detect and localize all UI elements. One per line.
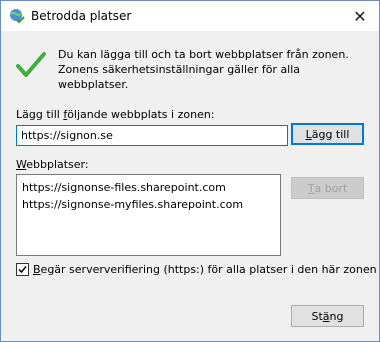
- window-title: Betrodda platser: [31, 9, 132, 23]
- add-button[interactable]: Lägg till: [291, 123, 364, 145]
- info-text: Du kan lägga till och ta bort webbplatse…: [58, 48, 349, 91]
- dialog-window: Betrodda platser ✕ Du kan lägga till och…: [0, 0, 380, 342]
- checkmark-icon: [16, 52, 46, 77]
- add-site-label: Lägg till följande webbplats i zonen:: [16, 108, 215, 121]
- globe-check-icon: [10, 9, 25, 24]
- close-button[interactable]: St ä ng: [291, 305, 364, 327]
- list-item[interactable]: https://signonse-files.sharepoint.com: [22, 179, 275, 196]
- close-icon[interactable]: ✕: [345, 3, 375, 29]
- remove-button[interactable]: Ta bort: [291, 177, 364, 199]
- verify-checkbox[interactable]: [16, 263, 29, 276]
- websites-list[interactable]: https://signonse-files.sharepoint.com ht…: [16, 174, 281, 256]
- websites-label: Webbplatser:: [16, 158, 89, 171]
- title-bar: Betrodda platser ✕: [1, 1, 379, 31]
- verify-label[interactable]: Begär serververifiering (https:) för all…: [33, 263, 377, 277]
- list-item[interactable]: https://signonse-myfiles.sharepoint.com: [22, 196, 275, 213]
- check-icon: [18, 266, 27, 274]
- add-site-input[interactable]: [16, 125, 288, 146]
